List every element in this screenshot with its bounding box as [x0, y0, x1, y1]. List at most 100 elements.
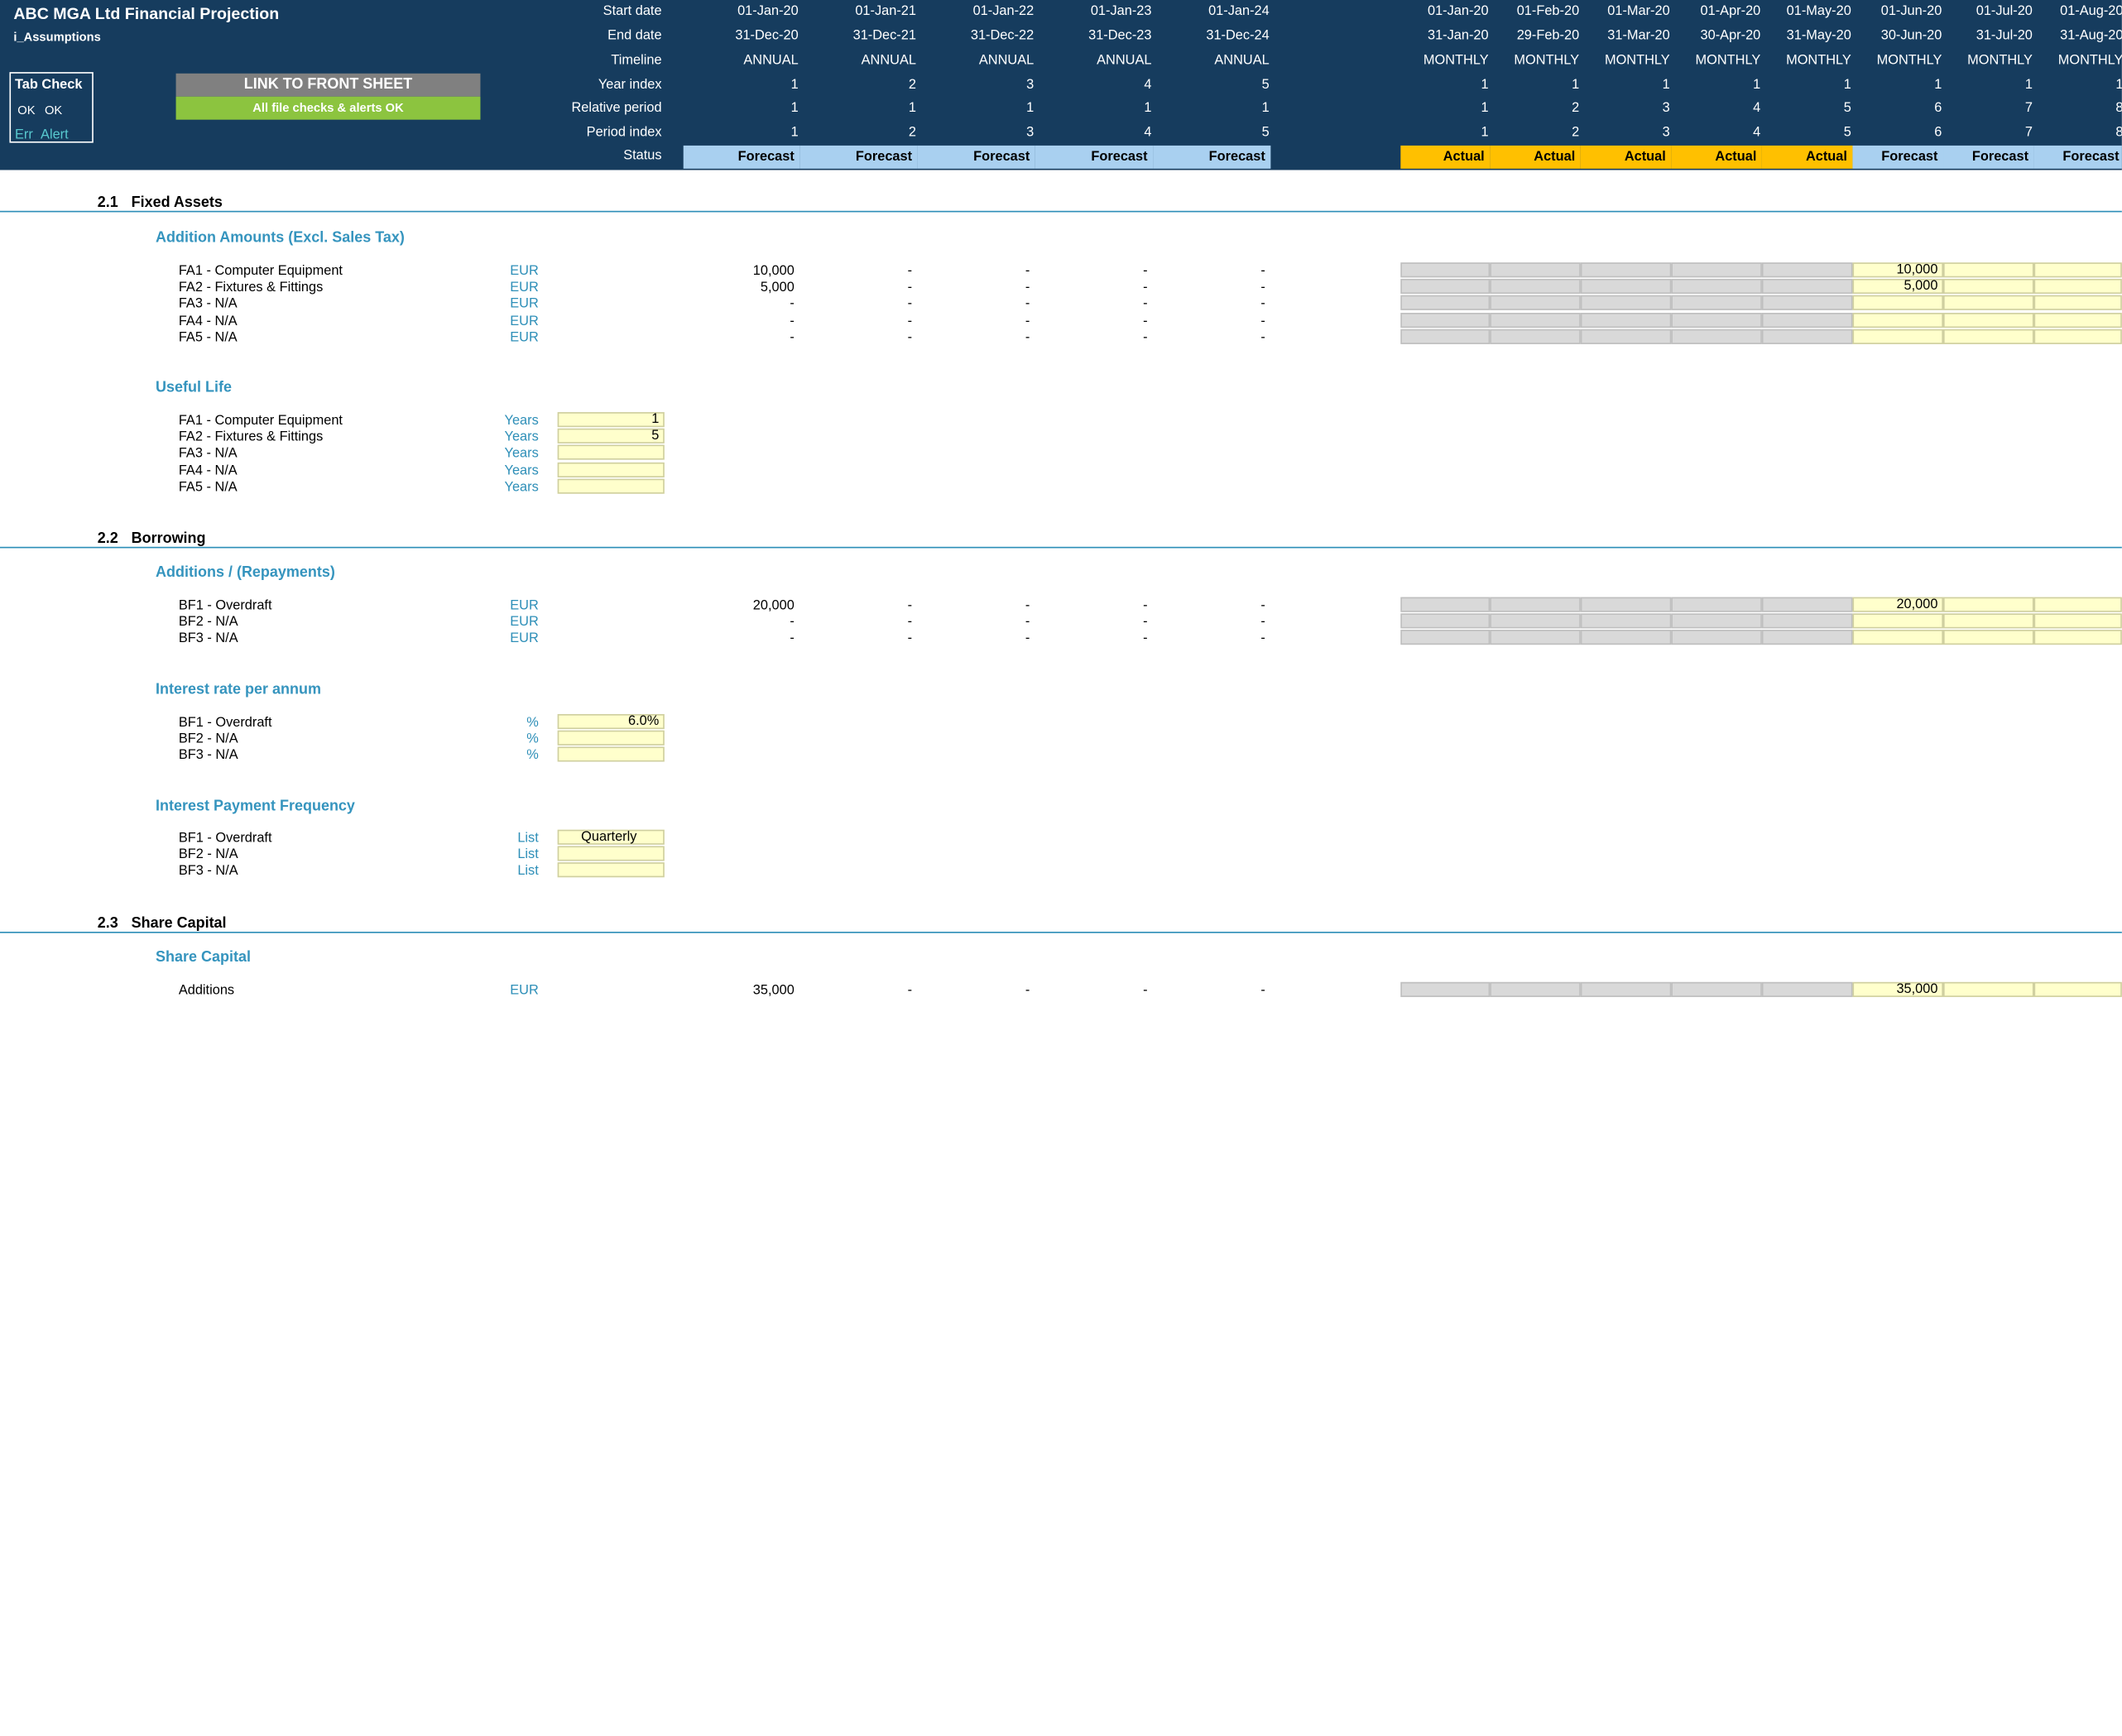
fixed-asset-addition-annual-value: -	[1143, 280, 1148, 296]
useful-life-label: FA1 - Computer Equipment	[178, 413, 343, 429]
interest-rate-heading: Interest rate per annum	[156, 681, 321, 698]
forecast-month-input[interactable]	[1852, 295, 1944, 311]
payment-frequency-label: BF1 - Overdraft	[178, 831, 272, 846]
actual-month-cell	[1671, 295, 1762, 311]
forecast-month-input[interactable]	[2033, 262, 2122, 278]
monthly-header-year: 1	[2115, 78, 2121, 93]
forecast-month-input[interactable]: 35,000	[1852, 981, 1944, 997]
forecast-month-input[interactable]	[1852, 312, 1944, 328]
payment-frequency-unit: List	[517, 864, 539, 880]
payment-frequency-input[interactable]	[557, 862, 665, 878]
interest-rate-input[interactable]: 6.0%	[557, 713, 665, 730]
useful-life-input[interactable]: 1	[557, 412, 665, 428]
forecast-month-input[interactable]	[1943, 613, 2034, 629]
forecast-month-input[interactable]	[1852, 613, 1944, 629]
monthly-header-period: 4	[1753, 125, 1761, 141]
fixed-asset-addition-annual-value: -	[1260, 314, 1265, 329]
monthly-header-year: 1	[1843, 77, 1851, 93]
forecast-month-input[interactable]	[2033, 981, 2122, 997]
monthly-header-timeline: MONTHLY	[1514, 53, 1580, 69]
forecast-month-input[interactable]	[2033, 295, 2122, 311]
useful-life-unit: Years	[504, 479, 539, 496]
interest-rate-label: BF2 - N/A	[178, 731, 238, 747]
forecast-month-input[interactable]	[1943, 981, 2034, 997]
forecast-month-input[interactable]	[1943, 295, 2034, 311]
monthly-header-start: 01-Jun-20	[1880, 3, 1942, 20]
forecast-month-input[interactable]	[1943, 312, 2034, 328]
forecast-month-input[interactable]: 20,000	[1852, 597, 1944, 612]
status-actual: Actual	[1400, 145, 1491, 169]
forecast-month-input[interactable]	[1852, 328, 1944, 344]
useful-life-input[interactable]	[557, 445, 665, 461]
monthly-header-start: 01-Apr-20	[1700, 3, 1761, 20]
status-forecast: Forecast	[1943, 145, 2034, 169]
section-share-capital-divider	[0, 932, 2122, 933]
status-forecast: Forecast	[2033, 145, 2122, 169]
forecast-month-input[interactable]	[2033, 312, 2122, 328]
fixed-asset-addition-annual-value: -	[1143, 314, 1148, 329]
forecast-month-input[interactable]: 5,000	[1852, 279, 1944, 295]
fixed-asset-addition-annual-value: -	[1025, 330, 1030, 346]
sheet-name: i_Assumptions	[13, 30, 101, 44]
actual-month-cell	[1580, 262, 1672, 278]
fixed-asset-addition-annual-value: -	[1260, 280, 1265, 296]
forecast-month-input[interactable]	[1852, 630, 1944, 645]
borrowing-addition-annual-value: -	[907, 631, 913, 647]
status-forecast: Forecast	[1852, 145, 1944, 169]
interest-rate-input[interactable]	[557, 747, 665, 763]
fixed-asset-addition-annual-value: -	[1025, 296, 1030, 313]
annual-header-timeline: ANNUAL	[1214, 53, 1270, 69]
tab-check-ok-2: OK	[44, 103, 63, 117]
forecast-month-input[interactable]	[2033, 328, 2122, 344]
monthly-header-rel: 8	[2115, 101, 2121, 116]
monthly-header-start: 01-Aug-20	[2060, 3, 2122, 20]
share-capital-addition-unit: EUR	[510, 983, 539, 999]
forecast-month-input[interactable]	[1943, 262, 2034, 278]
forecast-month-input[interactable]	[2033, 613, 2122, 629]
interest-rate-input[interactable]	[557, 731, 665, 746]
actual-month-cell	[1580, 981, 1672, 997]
forecast-month-input[interactable]	[1943, 279, 2034, 295]
borrowing-addition-annual-value: -	[1025, 598, 1030, 614]
header-row-label: Timeline	[611, 53, 662, 69]
forecast-month-input[interactable]	[2033, 597, 2122, 612]
forecast-month-input[interactable]	[1943, 630, 2034, 645]
monthly-header-year: 1	[2024, 77, 2033, 93]
payment-frequency-input[interactable]: Quarterly	[557, 829, 665, 845]
actual-month-cell	[1400, 295, 1491, 311]
interest-rate-label: BF3 - N/A	[178, 748, 238, 764]
workbook-title: ABC MGA Ltd Financial Projection	[13, 3, 280, 23]
useful-life-input[interactable]	[557, 462, 665, 477]
payment-frequency-input[interactable]	[557, 846, 665, 861]
useful-life-label: FA2 - Fixtures & Fittings	[178, 429, 324, 445]
monthly-header-end: 30-Jun-20	[1880, 28, 1942, 44]
annual-header-start: 01-Jan-22	[972, 3, 1035, 20]
link-front-sheet-button[interactable]: LINK TO FRONT SHEET	[175, 73, 481, 97]
forecast-month-input[interactable]: 10,000	[1852, 262, 1944, 278]
actual-month-cell	[1490, 597, 1581, 612]
actual-month-cell	[1580, 613, 1672, 629]
annual-header-period: 4	[1144, 125, 1152, 141]
fixed-assets-additions-heading: Addition Amounts (Excl. Sales Tax)	[156, 229, 405, 247]
monthly-header-period: 8	[2115, 125, 2121, 140]
forecast-month-input[interactable]	[2033, 279, 2122, 295]
useful-life-input[interactable]: 5	[557, 429, 665, 444]
status-actual: Actual	[1671, 145, 1762, 169]
annual-header-period: 5	[1261, 125, 1270, 141]
borrowing-addition-unit: EUR	[510, 615, 539, 631]
actual-month-cell	[1761, 279, 1853, 295]
fixed-asset-addition-annual-value: -	[907, 280, 913, 296]
forecast-month-input[interactable]	[1943, 328, 2034, 344]
useful-life-input[interactable]	[557, 478, 665, 494]
borrowing-addition-annual-value: -	[1025, 615, 1030, 631]
forecast-month-input[interactable]	[1943, 597, 2034, 612]
forecast-month-input[interactable]	[2033, 630, 2122, 645]
fixed-asset-addition-annual-value: -	[1025, 263, 1030, 279]
status-forecast: Forecast	[799, 145, 918, 169]
borrowing-addition-annual-value: -	[1260, 631, 1265, 647]
annual-header-year: 3	[1026, 77, 1035, 93]
section-borrowing-divider	[0, 546, 2122, 549]
borrowing-addition-annual-value: -	[1143, 631, 1148, 647]
section-share-capital-title: Share Capital	[131, 915, 227, 933]
actual-month-cell	[1400, 328, 1491, 344]
